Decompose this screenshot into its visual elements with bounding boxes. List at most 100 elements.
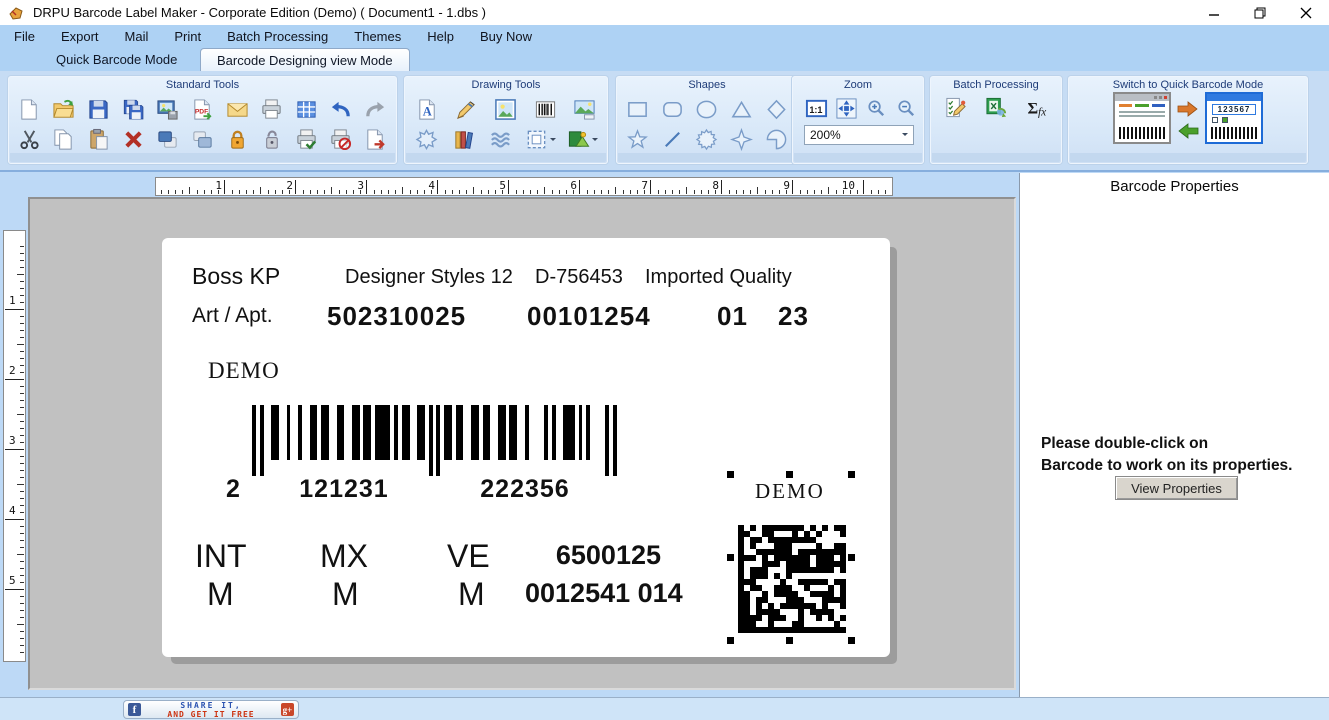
rounded-rectangle-button[interactable] <box>659 96 685 122</box>
picture-tool-button[interactable] <box>493 96 519 122</box>
restore-button[interactable] <box>1237 0 1283 25</box>
star-4-button[interactable] <box>729 126 755 152</box>
vertical-ruler: 12345 <box>3 230 26 662</box>
export-image-button[interactable] <box>155 96 181 122</box>
barcode-tool-icon <box>534 98 557 121</box>
paste-button[interactable] <box>86 126 112 152</box>
label-col3-top[interactable]: VE <box>447 538 490 575</box>
label-brand-text[interactable]: Boss KP <box>192 263 280 290</box>
export-pdf-button[interactable]: PDF <box>189 96 215 122</box>
demo-watermark-text[interactable]: DEMO <box>208 358 280 384</box>
fill-image-tool-button[interactable] <box>567 126 598 152</box>
zoom-level-dropdown[interactable]: 200% <box>804 125 914 145</box>
label-number-4[interactable]: 23 <box>778 301 809 332</box>
diamond-button[interactable] <box>764 96 790 122</box>
minimize-button[interactable] <box>1191 0 1237 25</box>
frame-tool-button[interactable] <box>525 126 556 152</box>
rectangle-button[interactable] <box>624 96 650 122</box>
tab-barcode-designing-mode[interactable]: Barcode Designing view Mode <box>200 48 410 71</box>
delete-button[interactable] <box>120 126 146 152</box>
selection-handle-bottom-right[interactable] <box>848 637 855 644</box>
datamatrix-demo-text[interactable]: DEMO <box>755 479 825 504</box>
selection-handle-top-left[interactable] <box>727 471 734 478</box>
label-number-3[interactable]: 01 <box>717 301 748 332</box>
email-button[interactable] <box>224 96 250 122</box>
label-col2-bottom[interactable]: M <box>332 576 359 613</box>
tab-quick-barcode-mode[interactable]: Quick Barcode Mode <box>42 47 191 71</box>
selection-handle-bottom-mid[interactable] <box>786 637 793 644</box>
label-serial-bottom[interactable]: 0012541 014 <box>525 578 663 609</box>
line-button[interactable] <box>659 126 685 152</box>
label-col3-bottom[interactable]: M <box>458 576 485 613</box>
label-lot-number[interactable]: 00101254 <box>527 301 651 332</box>
print-button[interactable] <box>259 96 285 122</box>
label-col1-top[interactable]: INT <box>195 538 247 575</box>
label-art-label[interactable]: Art / Apt. <box>192 304 273 328</box>
formula-button[interactable]: Σfx <box>1024 94 1050 120</box>
undo-button[interactable] <box>328 96 354 122</box>
ellipse-button[interactable] <box>694 96 720 122</box>
close-button[interactable] <box>1283 0 1329 25</box>
excel-import-button[interactable] <box>983 94 1009 120</box>
library-tool-button[interactable] <box>451 126 477 152</box>
menu-item-mail[interactable]: Mail <box>125 29 149 44</box>
export-file-button[interactable] <box>363 126 389 152</box>
print-disable-button[interactable] <box>328 126 354 152</box>
barcode-tool-button[interactable] <box>532 96 558 122</box>
label-col2-top[interactable]: MX <box>320 538 368 575</box>
star-button[interactable] <box>624 126 650 152</box>
label-col1-bottom[interactable]: M <box>207 576 234 613</box>
copy-button[interactable] <box>51 126 77 152</box>
grid-button[interactable] <box>293 96 319 122</box>
new-document-button[interactable] <box>16 96 42 122</box>
zoom-in-button[interactable] <box>863 95 889 121</box>
image-text-tool-button[interactable] <box>571 96 597 122</box>
fill-image-tool-icon <box>567 128 590 151</box>
lock-button[interactable] <box>224 126 250 152</box>
save-button[interactable] <box>86 96 112 122</box>
pie-button[interactable] <box>764 126 790 152</box>
datamatrix-barcode[interactable] <box>738 525 846 633</box>
label-card[interactable]: Boss KP Designer Styles 12 D-756453 Impo… <box>162 238 890 657</box>
menu-item-print[interactable]: Print <box>174 29 201 44</box>
selection-handle-mid-right[interactable] <box>848 554 855 561</box>
seal-button[interactable] <box>694 126 720 152</box>
label-serial-top[interactable]: 6500125 <box>543 540 661 571</box>
send-to-back-button[interactable] <box>189 126 215 152</box>
label-style-text[interactable]: Designer Styles 12 <box>345 266 513 289</box>
selection-handle-top-right[interactable] <box>848 471 855 478</box>
menu-item-batch-processing[interactable]: Batch Processing <box>227 29 328 44</box>
actual-size-button[interactable]: 1:1 <box>803 95 829 121</box>
selection-handle-bottom-left[interactable] <box>727 637 734 644</box>
selection-handle-mid-left[interactable] <box>727 554 734 561</box>
open-file-button[interactable] <box>51 96 77 122</box>
view-properties-button[interactable]: View Properties <box>1115 476 1238 500</box>
menu-item-buy-now[interactable]: Buy Now <box>480 29 532 44</box>
shape-tool-button[interactable] <box>414 126 440 152</box>
zoom-out-button[interactable] <box>893 95 919 121</box>
cut-button[interactable] <box>16 126 42 152</box>
batch-list-button[interactable] <box>942 94 968 120</box>
triangle-button[interactable] <box>729 96 755 122</box>
fit-view-button[interactable] <box>833 95 859 121</box>
print-preview-button[interactable] <box>293 126 319 152</box>
watermark-tool-button[interactable] <box>488 126 514 152</box>
unlock-button[interactable] <box>259 126 285 152</box>
menu-item-file[interactable]: File <box>14 29 35 44</box>
ean13-barcode[interactable]: 2 121231 222356 <box>252 405 617 500</box>
save-as-button[interactable] <box>120 96 146 122</box>
menu-item-help[interactable]: Help <box>427 29 454 44</box>
pencil-tool-button[interactable] <box>454 96 480 122</box>
label-code-text[interactable]: D-756453 <box>535 266 623 289</box>
selection-handle-top-mid[interactable] <box>786 471 793 478</box>
label-quality-text[interactable]: Imported Quality <box>645 266 792 289</box>
redo-button[interactable] <box>363 96 389 122</box>
star-icon <box>626 128 649 151</box>
switch-to-quick-mode-button[interactable]: 123567 <box>1069 92 1307 144</box>
label-art-number[interactable]: 502310025 <box>327 301 466 332</box>
bring-to-front-button[interactable] <box>155 126 181 152</box>
menu-item-themes[interactable]: Themes <box>354 29 401 44</box>
text-tool-button[interactable]: A <box>415 96 441 122</box>
menu-item-export[interactable]: Export <box>61 29 99 44</box>
share-banner-button[interactable]: f SHARE IT, AND GET IT FREE g+ <box>123 700 299 719</box>
